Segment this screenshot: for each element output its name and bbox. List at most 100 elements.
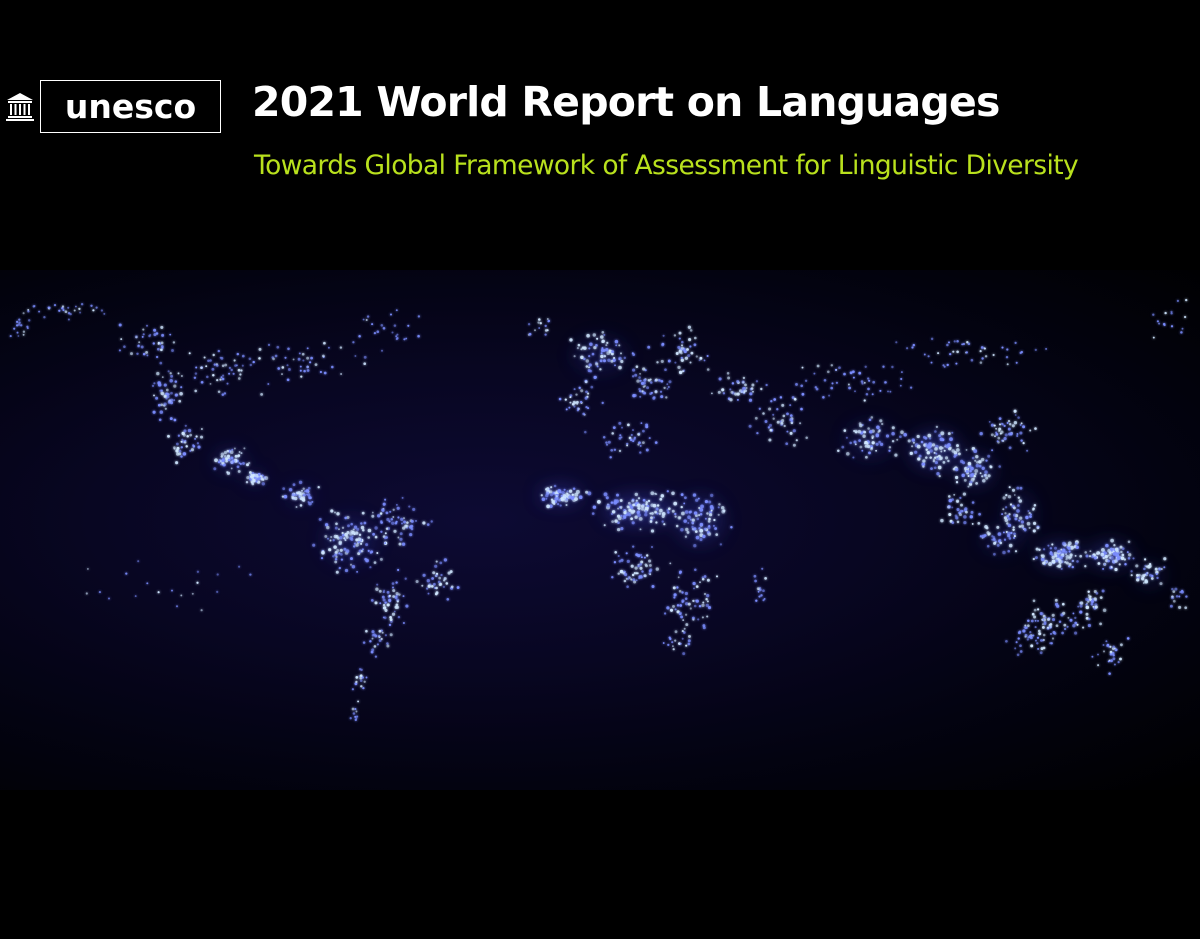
language-dot <box>621 426 623 429</box>
language-dot <box>181 438 184 441</box>
language-dot <box>442 579 446 582</box>
language-dot <box>655 493 658 495</box>
language-dot <box>1010 531 1013 535</box>
language-dot <box>717 506 720 509</box>
language-dot <box>647 345 651 349</box>
language-dot <box>369 566 372 569</box>
language-dot <box>1036 636 1040 639</box>
language-dot <box>640 556 643 559</box>
language-dot <box>742 376 746 380</box>
language-dot <box>611 575 614 579</box>
language-dot <box>985 476 989 480</box>
language-dot <box>1006 422 1009 424</box>
language-dot <box>885 434 890 438</box>
language-dot <box>373 331 377 335</box>
language-dot <box>232 372 235 375</box>
language-dot <box>699 528 704 533</box>
language-dot <box>1102 608 1107 612</box>
language-dot <box>631 429 635 432</box>
language-dot <box>1057 564 1062 568</box>
language-dot <box>651 584 655 589</box>
language-dot <box>363 362 367 366</box>
language-dot <box>1126 551 1129 554</box>
language-dot <box>678 337 681 340</box>
language-dot <box>338 552 341 555</box>
language-dot <box>1158 322 1161 325</box>
language-dot <box>620 527 624 531</box>
language-dot <box>1110 659 1113 663</box>
language-dot <box>1055 624 1059 628</box>
language-dot <box>177 372 180 375</box>
language-dot <box>675 352 679 355</box>
language-dot <box>347 524 350 528</box>
language-dot <box>641 570 644 573</box>
language-dot <box>547 320 550 323</box>
language-dot <box>764 577 767 580</box>
language-dot <box>965 448 968 451</box>
language-dot <box>180 594 183 597</box>
language-dot <box>1146 571 1149 574</box>
language-dot <box>1002 508 1005 511</box>
language-dot <box>949 352 952 356</box>
language-dot <box>153 382 156 385</box>
language-dot <box>693 544 697 548</box>
language-dot <box>146 582 149 585</box>
language-dot <box>371 323 374 326</box>
language-dot <box>149 333 152 336</box>
language-dot <box>580 389 584 393</box>
language-dot <box>635 499 638 502</box>
language-dot <box>435 560 438 563</box>
language-dot <box>354 718 357 722</box>
language-dot <box>635 365 639 368</box>
language-dot <box>940 518 944 523</box>
language-dot <box>456 586 460 589</box>
language-dot <box>393 610 396 613</box>
language-dot <box>1119 643 1123 647</box>
language-dot <box>310 356 313 360</box>
language-dot <box>1019 486 1023 490</box>
language-dot <box>365 629 368 633</box>
language-dot <box>382 327 386 330</box>
language-dot <box>637 497 641 500</box>
language-dot <box>1103 563 1106 566</box>
language-dot <box>685 527 689 532</box>
language-dot <box>978 460 982 464</box>
language-dot <box>866 444 871 449</box>
language-dot <box>706 368 710 371</box>
language-dot <box>649 520 653 523</box>
language-dot <box>926 451 930 455</box>
language-dot <box>327 346 330 349</box>
language-dot <box>399 537 403 541</box>
language-dot <box>834 368 837 371</box>
language-dot <box>221 458 225 463</box>
language-dot <box>631 573 635 577</box>
language-dot <box>603 359 606 363</box>
language-dot <box>689 607 692 610</box>
language-dot <box>677 365 681 370</box>
language-dot <box>689 345 692 348</box>
language-dot <box>367 536 371 539</box>
language-dot <box>142 328 145 331</box>
language-dot <box>323 341 326 345</box>
language-dot <box>559 504 562 507</box>
language-dot <box>427 584 431 588</box>
language-dot <box>1033 615 1037 619</box>
language-dot <box>930 361 933 364</box>
language-dot <box>1119 657 1122 661</box>
language-dot <box>618 421 622 425</box>
language-dot <box>1142 582 1145 584</box>
unesco-logo[interactable]: unesco <box>0 80 221 133</box>
language-dot <box>241 354 245 358</box>
language-dot <box>631 499 635 503</box>
language-dot <box>355 680 358 684</box>
language-dot <box>67 306 70 309</box>
language-dot <box>799 422 802 425</box>
language-dot <box>650 516 653 520</box>
language-dot <box>395 338 398 341</box>
language-dot <box>951 506 954 509</box>
language-dot <box>786 430 789 433</box>
language-dot <box>955 362 958 365</box>
language-dot <box>352 528 355 531</box>
language-dot <box>367 549 370 552</box>
language-dot <box>246 475 250 480</box>
